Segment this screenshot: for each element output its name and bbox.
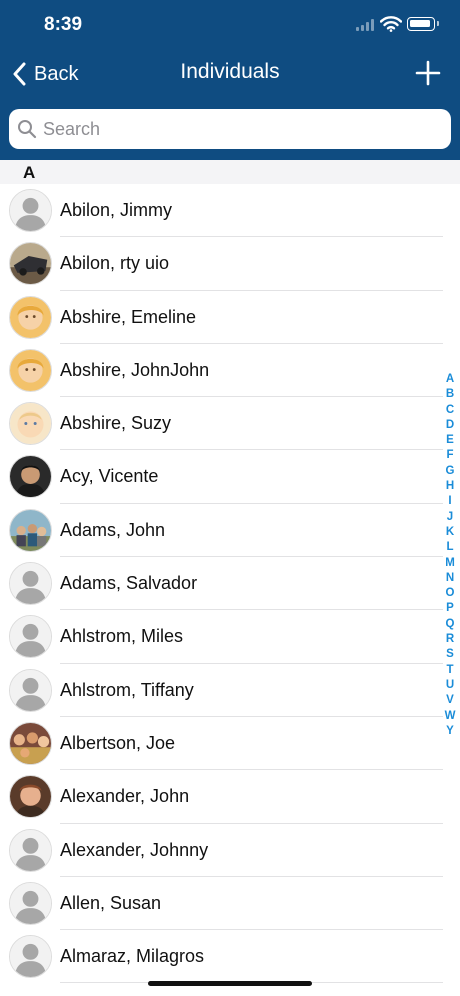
- index-letter[interactable]: B: [446, 387, 454, 402]
- index-letter[interactable]: T: [446, 663, 453, 678]
- contact-name: Albertson, Joe: [60, 732, 176, 753]
- battery-icon: [407, 17, 439, 31]
- contact-name: Abshire, Suzy: [60, 413, 172, 434]
- index-letter[interactable]: E: [446, 433, 454, 448]
- search-bar[interactable]: [9, 109, 451, 149]
- contact-name: Abshire, Emeline: [60, 306, 197, 327]
- default-avatar-icon: [9, 668, 52, 712]
- contact-name: Alexander, Johnny: [60, 839, 209, 860]
- index-letter[interactable]: A: [446, 372, 454, 387]
- index-letter[interactable]: S: [446, 647, 454, 662]
- index-letter[interactable]: Y: [446, 724, 454, 739]
- contact-name: Adams, John: [60, 519, 166, 540]
- contact-name: Adams, Salvador: [60, 573, 198, 594]
- status-time: 8:39: [44, 14, 83, 35]
- contact-row[interactable]: Abshire, Emeline: [0, 291, 460, 344]
- search-icon: [18, 120, 37, 139]
- default-avatar-icon: [9, 935, 52, 979]
- index-letter[interactable]: G: [446, 464, 455, 479]
- contact-row[interactable]: Adams, Salvador: [0, 557, 460, 611]
- back-button[interactable]: Back: [12, 59, 78, 89]
- contact-photo: [9, 402, 52, 446]
- index-letter[interactable]: L: [446, 540, 453, 555]
- status-bar: 8:39: [0, 0, 460, 50]
- contact-row[interactable]: Abshire, Suzy: [0, 397, 460, 451]
- contact-row[interactable]: Ahlstrom, Miles: [0, 610, 460, 664]
- contact-row[interactable]: Abilon, rty uio: [0, 237, 460, 291]
- default-avatar-icon: [9, 562, 52, 606]
- contact-name: Almaraz, Milagros: [60, 946, 205, 967]
- contact-name: Acy, Vicente: [60, 466, 159, 487]
- contact-name: Allen, Susan: [60, 892, 162, 913]
- contact-name: Abilon, rty uio: [60, 253, 170, 274]
- index-letter[interactable]: H: [446, 479, 454, 494]
- alphabet-index[interactable]: ABCDEFGHIJKLMNOPQRSTUVWY: [443, 372, 457, 739]
- contact-row[interactable]: Alexander, Johnny: [0, 824, 460, 877]
- index-letter[interactable]: K: [446, 525, 454, 540]
- back-label: Back: [34, 62, 79, 85]
- default-avatar-icon: [9, 881, 52, 925]
- index-letter[interactable]: M: [445, 556, 455, 571]
- wifi-icon: [380, 16, 402, 32]
- home-indicator: [148, 981, 312, 986]
- contact-list: Abilon, Jimmy Abilon, rty uio Abshire, Eme…: [0, 184, 460, 984]
- index-letter[interactable]: J: [447, 510, 453, 525]
- contact-row[interactable]: Acy, Vicente: [0, 450, 460, 504]
- page-title: Individuals: [180, 60, 280, 83]
- index-letter[interactable]: O: [446, 586, 455, 601]
- contact-name: Abshire, JohnJohn: [60, 359, 210, 380]
- index-letter[interactable]: I: [448, 494, 451, 509]
- contact-row[interactable]: Almaraz, Milagros: [0, 930, 460, 984]
- index-letter[interactable]: P: [446, 601, 454, 616]
- contact-photo: [9, 295, 52, 339]
- index-letter[interactable]: R: [446, 632, 454, 647]
- contact-name: Ahlstrom, Tiffany: [60, 679, 194, 700]
- contact-row[interactable]: Adams, John: [0, 504, 460, 558]
- contact-row[interactable]: Abilon, Jimmy: [0, 184, 460, 238]
- cellular-signal-icon: [356, 19, 376, 31]
- default-avatar-icon: [9, 828, 52, 872]
- contact-row[interactable]: Abshire, JohnJohn: [0, 344, 460, 398]
- contact-row[interactable]: Alexander, John: [0, 770, 460, 824]
- section-header: A: [0, 160, 460, 184]
- chevron-left-icon: [13, 62, 26, 86]
- contact-photo: [9, 455, 52, 499]
- index-letter[interactable]: N: [446, 571, 454, 586]
- contact-photo: [9, 242, 52, 286]
- contact-name: Ahlstrom, Miles: [60, 626, 184, 647]
- section-letter: A: [23, 163, 36, 182]
- contact-photo: [9, 348, 52, 392]
- index-letter[interactable]: U: [446, 678, 454, 693]
- default-avatar-icon: [9, 615, 52, 659]
- index-letter[interactable]: V: [446, 693, 454, 708]
- index-letter[interactable]: Q: [446, 617, 455, 632]
- contact-photo: [9, 721, 52, 765]
- contact-name: Abilon, Jimmy: [60, 200, 173, 220]
- default-avatar-icon: [9, 189, 52, 232]
- contact-row[interactable]: Albertson, Joe: [0, 717, 460, 771]
- contact-photo: [9, 508, 52, 552]
- contact-row[interactable]: Allen, Susan: [0, 877, 460, 931]
- contact-photo: [9, 775, 52, 819]
- navigation-bar: 8:39 Back Individuals: [0, 0, 460, 160]
- index-letter[interactable]: D: [446, 418, 454, 433]
- contact-name: Alexander, John: [60, 786, 190, 807]
- index-letter[interactable]: F: [446, 448, 453, 463]
- plus-icon[interactable]: [414, 59, 442, 87]
- index-letter[interactable]: C: [446, 403, 454, 418]
- search-input[interactable]: [43, 118, 423, 140]
- contact-row[interactable]: Ahlstrom, Tiffany: [0, 664, 460, 717]
- index-letter[interactable]: W: [445, 709, 456, 724]
